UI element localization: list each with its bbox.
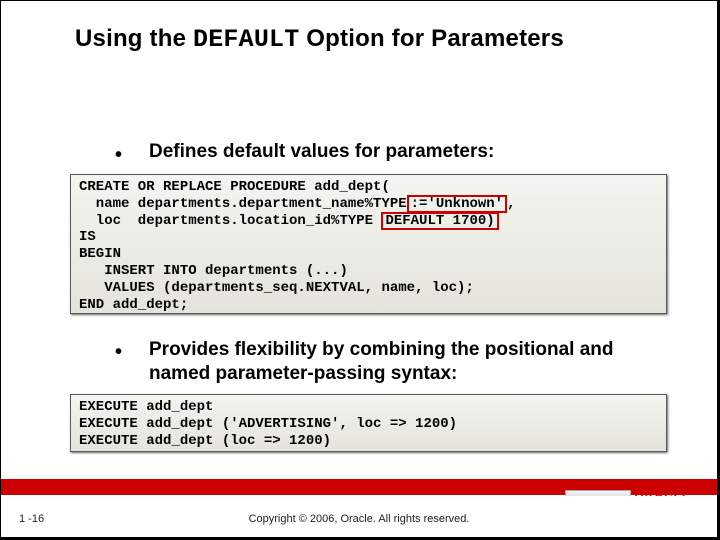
- code-block-execute: EXECUTE add_dept EXECUTE add_dept ('ADVE…: [70, 394, 667, 452]
- footer: 1 -16 Copyright © 2006, Oracle. All righ…: [1, 496, 717, 537]
- bullet-provides: Provides flexibility by combining the po…: [111, 338, 671, 386]
- code1-l3a: loc departments.location_id%TYPE: [79, 213, 381, 229]
- code1-l2b: ,: [507, 196, 515, 212]
- code1-l7: VALUES (departments_seq.NEXTVAL, name, l…: [79, 280, 474, 296]
- copyright-text: Copyright © 2006, Oracle. All rights res…: [1, 513, 717, 525]
- code1-l1: CREATE OR REPLACE PROCEDURE add_dept(: [79, 179, 390, 195]
- code1-l5: BEGIN: [79, 246, 121, 262]
- code-block-create: CREATE OR REPLACE PROCEDURE add_dept( na…: [70, 174, 667, 314]
- slide-title: Using the DEFAULT Option for Parameters: [75, 25, 650, 54]
- code1-l8: END add_dept;: [79, 297, 188, 313]
- code1-l6: INSERT INTO departments (...): [79, 263, 348, 279]
- bullet-defines: Defines default values for parameters:: [111, 141, 631, 163]
- bullet-provides-text: Provides flexibility by combining the po…: [149, 338, 671, 386]
- code2-l2: EXECUTE add_dept ('ADVERTISING', loc => …: [79, 416, 457, 432]
- slide: Using the DEFAULT Option for Parameters …: [1, 1, 717, 537]
- code2-l1: EXECUTE add_dept: [79, 399, 213, 415]
- title-prefix: Using the: [75, 25, 193, 52]
- code2-l3: EXECUTE add_dept (loc => 1200): [79, 433, 331, 449]
- title-mono: DEFAULT: [193, 25, 299, 54]
- bullet-defines-text: Defines default values for parameters:: [149, 141, 494, 163]
- title-suffix: Option for Parameters: [299, 25, 563, 52]
- code1-l4: IS: [79, 229, 96, 245]
- code1-l2a: name departments.department_name%TYPE: [79, 196, 407, 212]
- highlight-default-keyword: DEFAULT 1700): [381, 212, 498, 231]
